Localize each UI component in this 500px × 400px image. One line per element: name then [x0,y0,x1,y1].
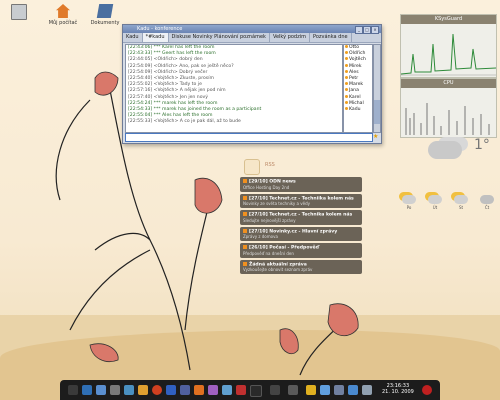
window-icon[interactable] [270,385,280,395]
forecast-day: Út [432,205,438,210]
desktop-icon[interactable] [82,385,92,395]
photo-icon[interactable] [208,385,218,395]
forecast-cloud-icon [480,195,494,204]
tab-kadu[interactable]: Kadu [123,33,143,42]
player-icon[interactable] [236,385,246,395]
opera-icon[interactable] [152,385,162,395]
terminal-icon[interactable] [250,385,262,397]
chat-message: [22:55:33] <Vojtěch> A co je pak dál, až… [128,119,241,125]
news-item-desc: Sledujte nejnovější zprávy [243,217,296,223]
star-icon[interactable]: ★ [373,133,378,140]
chat-icon[interactable] [166,385,176,395]
logout-icon[interactable] [422,385,432,395]
cpu-graph [401,33,496,76]
news-widget: RSS [29/10] ODN news Office Hosting Day … [240,157,362,295]
rss-icon [244,159,260,175]
system-monitor-net: CPU [400,78,497,138]
folder-icon[interactable] [138,385,148,395]
forecast-sun-cloud-icon [428,195,442,204]
files-icon[interactable] [96,385,106,395]
browser-icon[interactable] [222,385,232,395]
forecast-day: St [458,205,464,210]
net-graph [405,103,490,135]
chat-window[interactable]: Kadu - konference _ □ × Kadu *#kadu Disk… [122,24,382,144]
close-button[interactable]: × [371,26,379,34]
home-icon [56,4,70,18]
star-icon[interactable] [306,385,316,395]
system-monitor-cpu: KSysGuard [400,14,497,78]
news-item[interactable]: Žádná aktuální zpráva Vyzkoušejte obnovi… [240,259,362,274]
news-item[interactable]: [27/10] Technet.cz - Technika kolem nás … [240,210,362,225]
message-input[interactable] [125,133,373,142]
desktop-icon-label: Můj počítač [48,20,78,26]
network-status-icon[interactable] [348,385,358,395]
kopete-icon[interactable] [194,385,204,395]
forecast-sun-cloud-icon [454,195,468,204]
clock[interactable]: 23:16:33 21. 10. 2009 [382,383,414,395]
desktop-icon-trash[interactable] [2,4,36,22]
clock-date: 21. 10. 2009 [382,389,414,395]
news-title: RSS [265,162,275,168]
news-item-title: [27/10] Technet.cz - Technika kolem nás [243,212,359,218]
speaker-icon[interactable] [320,385,330,395]
maximize-button[interactable]: □ [363,26,371,34]
forecast-sun-cloud-icon [402,195,416,204]
chat-window-titlebar[interactable]: Kadu - konference _ □ × [123,25,381,34]
news-item-desc: Předpověď na dnešní den [243,250,294,256]
user-list-scrollbar[interactable] [373,44,381,133]
user-list[interactable]: Otto Oldřich Vojtěch Mirek Ales Petr Mar… [343,44,373,133]
weather-widget: 1° Po Út St Čt [398,137,498,212]
battery-icon[interactable] [334,385,344,395]
documents-icon [96,4,114,18]
desktop-icon-documents[interactable]: Dokumenty [88,4,122,26]
forecast-day: Čt [484,205,490,210]
news-item[interactable]: [27/10] Novinky.cz - Hlavní zprávy Zpráv… [240,226,362,241]
cloud-icon [428,141,462,159]
network-icon[interactable] [124,385,134,395]
news-header: RSS [240,157,362,175]
minimize-button[interactable]: _ [355,26,363,34]
news-item[interactable]: [26/10] Počasí - Předpověď Předpověď na … [240,243,362,258]
window-icon[interactable] [288,385,298,395]
chat-tabs: Kadu *#kadu Diskuse Novinky Plánování po… [123,33,381,43]
tools-icon[interactable] [110,385,120,395]
news-item-desc: Office Hosting Day 2nd [243,184,290,190]
tab-pozvanka[interactable]: Pozvánka dne [310,33,352,42]
monitor-title: CPU [401,79,496,88]
news-item-desc: Vyzkoušejte obnovit seznam zpráv [243,267,313,272]
forecast-day: Po [406,205,412,210]
menu-icon[interactable] [68,385,78,395]
news-item[interactable]: [29/10] ODN news Office Hosting Day 2nd [240,177,362,192]
temperature: 1° [474,137,490,153]
monitor-title: KSysGuard [401,15,496,24]
scrollbar-thumb[interactable] [374,100,380,124]
news-item-desc: Novinky ze světa techniky a vědy [243,201,310,206]
taskbar: 23:16:33 21. 10. 2009 [60,380,440,400]
trash-icon [11,4,27,20]
tab-diskuse[interactable]: Diskuse Novinky Plánování poznámek [169,33,270,42]
text-editor-icon[interactable] [180,385,190,395]
chat-log[interactable]: [22:43:06] *** Karel has left the room [… [125,44,343,133]
tab-velky-podzim[interactable]: Velký podzim [270,33,310,42]
user-list-item[interactable]: Kadu [344,107,372,113]
desktop-icon-label: Dokumenty [90,20,120,26]
news-item[interactable]: [27/10] Technet.cz - Techniika kolem nás… [240,193,362,208]
tray-icon[interactable] [362,385,372,395]
desktop-icon-home[interactable]: Můj počítač [46,4,80,26]
news-item-desc: Zprávy z domova [243,234,278,239]
tab-kadu-channel[interactable]: *#kadu [142,33,169,42]
chat-window-title: Kadu - konference [137,26,183,32]
